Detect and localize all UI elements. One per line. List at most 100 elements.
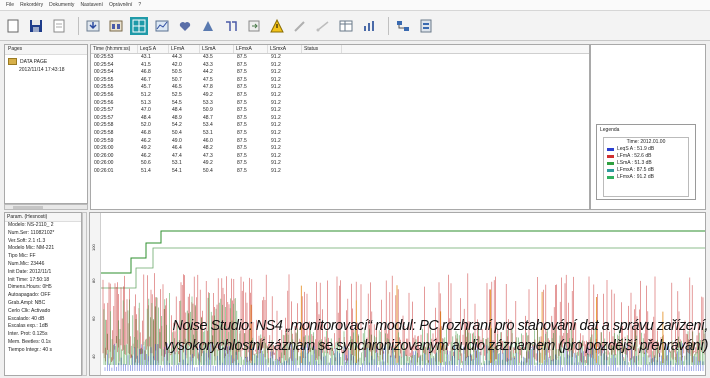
table-cell: 54.5 — [172, 99, 182, 106]
table-cell: 48.4 — [141, 114, 151, 121]
grid-icon[interactable] — [130, 16, 148, 35]
warning-icon[interactable] — [268, 17, 286, 35]
table-row[interactable]: 00:25:58 52.0 54.2 53.4 87.5 91.2 — [91, 122, 589, 130]
table-cell: 47.0 — [141, 107, 151, 114]
table-cell: 48.2 — [203, 145, 213, 152]
legend-item-label: LSmA : 51.3 dB — [617, 160, 652, 166]
y-tick-label: 100 — [91, 244, 96, 251]
chart-icon[interactable] — [360, 17, 378, 35]
network-icon[interactable] — [394, 17, 412, 35]
table-row[interactable]: 00:25:56 51.2 52.5 49.2 87.5 91.2 — [91, 92, 589, 100]
table-row[interactable]: 00:25:53 43.1 44.3 43.5 87.5 91.2 — [91, 54, 589, 62]
table-cell: 87.5 — [237, 152, 247, 159]
table-cell: 53.1 — [172, 160, 182, 167]
report-icon[interactable] — [417, 17, 435, 35]
table-row[interactable]: 00:25:57 48.4 48.9 48.7 87.5 91.2 — [91, 115, 589, 123]
table-row[interactable]: 00:26:00 46.2 47.4 47.3 87.5 91.2 — [91, 153, 589, 161]
column-header-leqa[interactable]: LeqS A — [138, 45, 169, 53]
table-cell: 91.2 — [271, 84, 281, 91]
table-cell: 47.3 — [203, 152, 213, 159]
table-cell: 91.2 — [271, 69, 281, 76]
table-cell: 46.5 — [172, 84, 182, 91]
toolbar-separator — [78, 16, 79, 35]
table-cell — [302, 84, 342, 92]
table-row[interactable]: 00:25:55 45.7 46.5 47.8 87.5 91.2 — [91, 84, 589, 92]
legend-swatch — [607, 161, 614, 165]
table-cell: 50.7 — [172, 76, 182, 83]
table-cell — [302, 54, 342, 62]
table-cell: 00:25:55 — [94, 84, 114, 91]
column-header-lfmxa[interactable]: LFmxA — [234, 45, 268, 53]
tree-item-data-page[interactable]: DATA PAGE — [5, 58, 87, 65]
chart-table-icon[interactable] — [153, 17, 171, 35]
table-row[interactable]: 00:25:59 46.2 49.0 46.0 87.5 91.2 — [91, 138, 589, 146]
new-icon[interactable] — [4, 17, 22, 35]
line-icon[interactable] — [314, 17, 332, 35]
table-row[interactable]: 00:26:01 51.4 54.1 50.4 87.5 91.2 — [91, 168, 589, 176]
table-cell: 51.3 — [141, 99, 151, 106]
pages-panel: Pages DATA PAGE 2012/11/14 17:43:18 — [4, 44, 88, 204]
table-row[interactable]: 00:26:00 49.2 46.4 48.2 87.5 91.2 — [91, 145, 589, 153]
folder-icon — [8, 58, 17, 65]
tree-item-session[interactable]: 2012/11/14 17:43:18 — [5, 67, 87, 73]
table-cell — [302, 145, 342, 153]
split-icon[interactable] — [199, 17, 217, 35]
heart-icon[interactable] — [176, 17, 194, 35]
table-cell: 00:25:56 — [94, 99, 114, 106]
table-cell: 46.8 — [141, 129, 151, 136]
table-cell: 00:26:00 — [94, 152, 114, 159]
table-cell: 44.2 — [203, 69, 213, 76]
column-header-lsmxa[interactable]: LSmxA — [268, 45, 302, 53]
table-cell: 48.7 — [203, 114, 213, 121]
table-cell: 87.5 — [237, 167, 247, 174]
legend-item: LFmA : 52.6 dB — [607, 153, 685, 159]
table-cell: 44.3 — [172, 54, 182, 60]
open-icon[interactable] — [50, 17, 68, 35]
table-cell: 00:25:54 — [94, 69, 114, 76]
table-cell: 00:25:54 — [94, 61, 114, 68]
table-cell — [302, 92, 342, 100]
menu-help[interactable]: ? — [138, 2, 141, 8]
parameters-scrollbar[interactable] — [82, 212, 87, 376]
table-cell: 91.2 — [271, 152, 281, 159]
table-cell: 54.1 — [172, 167, 182, 174]
table-row[interactable]: 00:26:00 50.6 53.1 49.2 87.5 91.2 — [91, 160, 589, 168]
table-cell: 91.2 — [271, 99, 281, 106]
table-row[interactable]: 00:25:55 46.7 50.7 47.5 87.5 91.2 — [91, 77, 589, 85]
column-header-lsma[interactable]: LSmA — [200, 45, 234, 53]
table-cell: 00:26:00 — [94, 160, 114, 167]
table-row[interactable]: 00:25:57 47.0 48.4 50.9 87.5 91.2 — [91, 107, 589, 115]
menu-recorders[interactable]: Rekordéry — [20, 2, 43, 8]
table-row[interactable]: 00:25:56 51.3 54.5 53.3 87.5 91.2 — [91, 100, 589, 108]
table-cell — [302, 138, 342, 146]
table-row[interactable]: 00:25:54 46.8 50.5 44.2 87.5 91.2 — [91, 69, 589, 77]
level-icon[interactable] — [222, 17, 240, 35]
table-cell: 41.5 — [141, 61, 151, 68]
table-cell: 91.2 — [271, 167, 281, 174]
table-cell: 87.5 — [237, 137, 247, 144]
table-row[interactable]: 00:25:58 46.8 50.4 53.1 87.5 91.2 — [91, 130, 589, 138]
menu-documents[interactable]: Dokumenty — [49, 2, 74, 8]
table-row[interactable]: 00:25:54 41.5 42.0 43.3 87.5 91.2 — [91, 62, 589, 70]
menu-file[interactable]: File — [6, 2, 14, 8]
table-cell: 49.0 — [172, 137, 182, 144]
pages-horizontal-scrollbar[interactable] — [4, 204, 88, 210]
menu-permissions[interactable]: Oprávnění — [109, 2, 132, 8]
table-cell: 91.2 — [271, 137, 281, 144]
download-icon[interactable] — [84, 17, 102, 35]
table-cell — [302, 153, 342, 161]
pencil-icon[interactable] — [291, 17, 309, 35]
parameter-item: Escalas exp.: 1dB — [8, 323, 49, 330]
table-cell: 50.9 — [203, 107, 213, 114]
pages-panel-header: Pages — [5, 45, 87, 55]
column-header-time[interactable]: Time (hh:mm:ss) — [91, 45, 138, 53]
scrollbar-thumb[interactable] — [13, 206, 43, 209]
menu-settings[interactable]: Nastavení — [80, 2, 103, 8]
save-icon[interactable] — [27, 17, 45, 35]
export-icon[interactable] — [245, 17, 263, 35]
table-cell: 00:25:58 — [94, 122, 114, 129]
table-icon[interactable] — [337, 17, 355, 35]
column-header-lfma[interactable]: LFmA — [169, 45, 200, 53]
column-header-status[interactable]: Status — [302, 45, 342, 53]
record-icon[interactable] — [107, 17, 125, 35]
